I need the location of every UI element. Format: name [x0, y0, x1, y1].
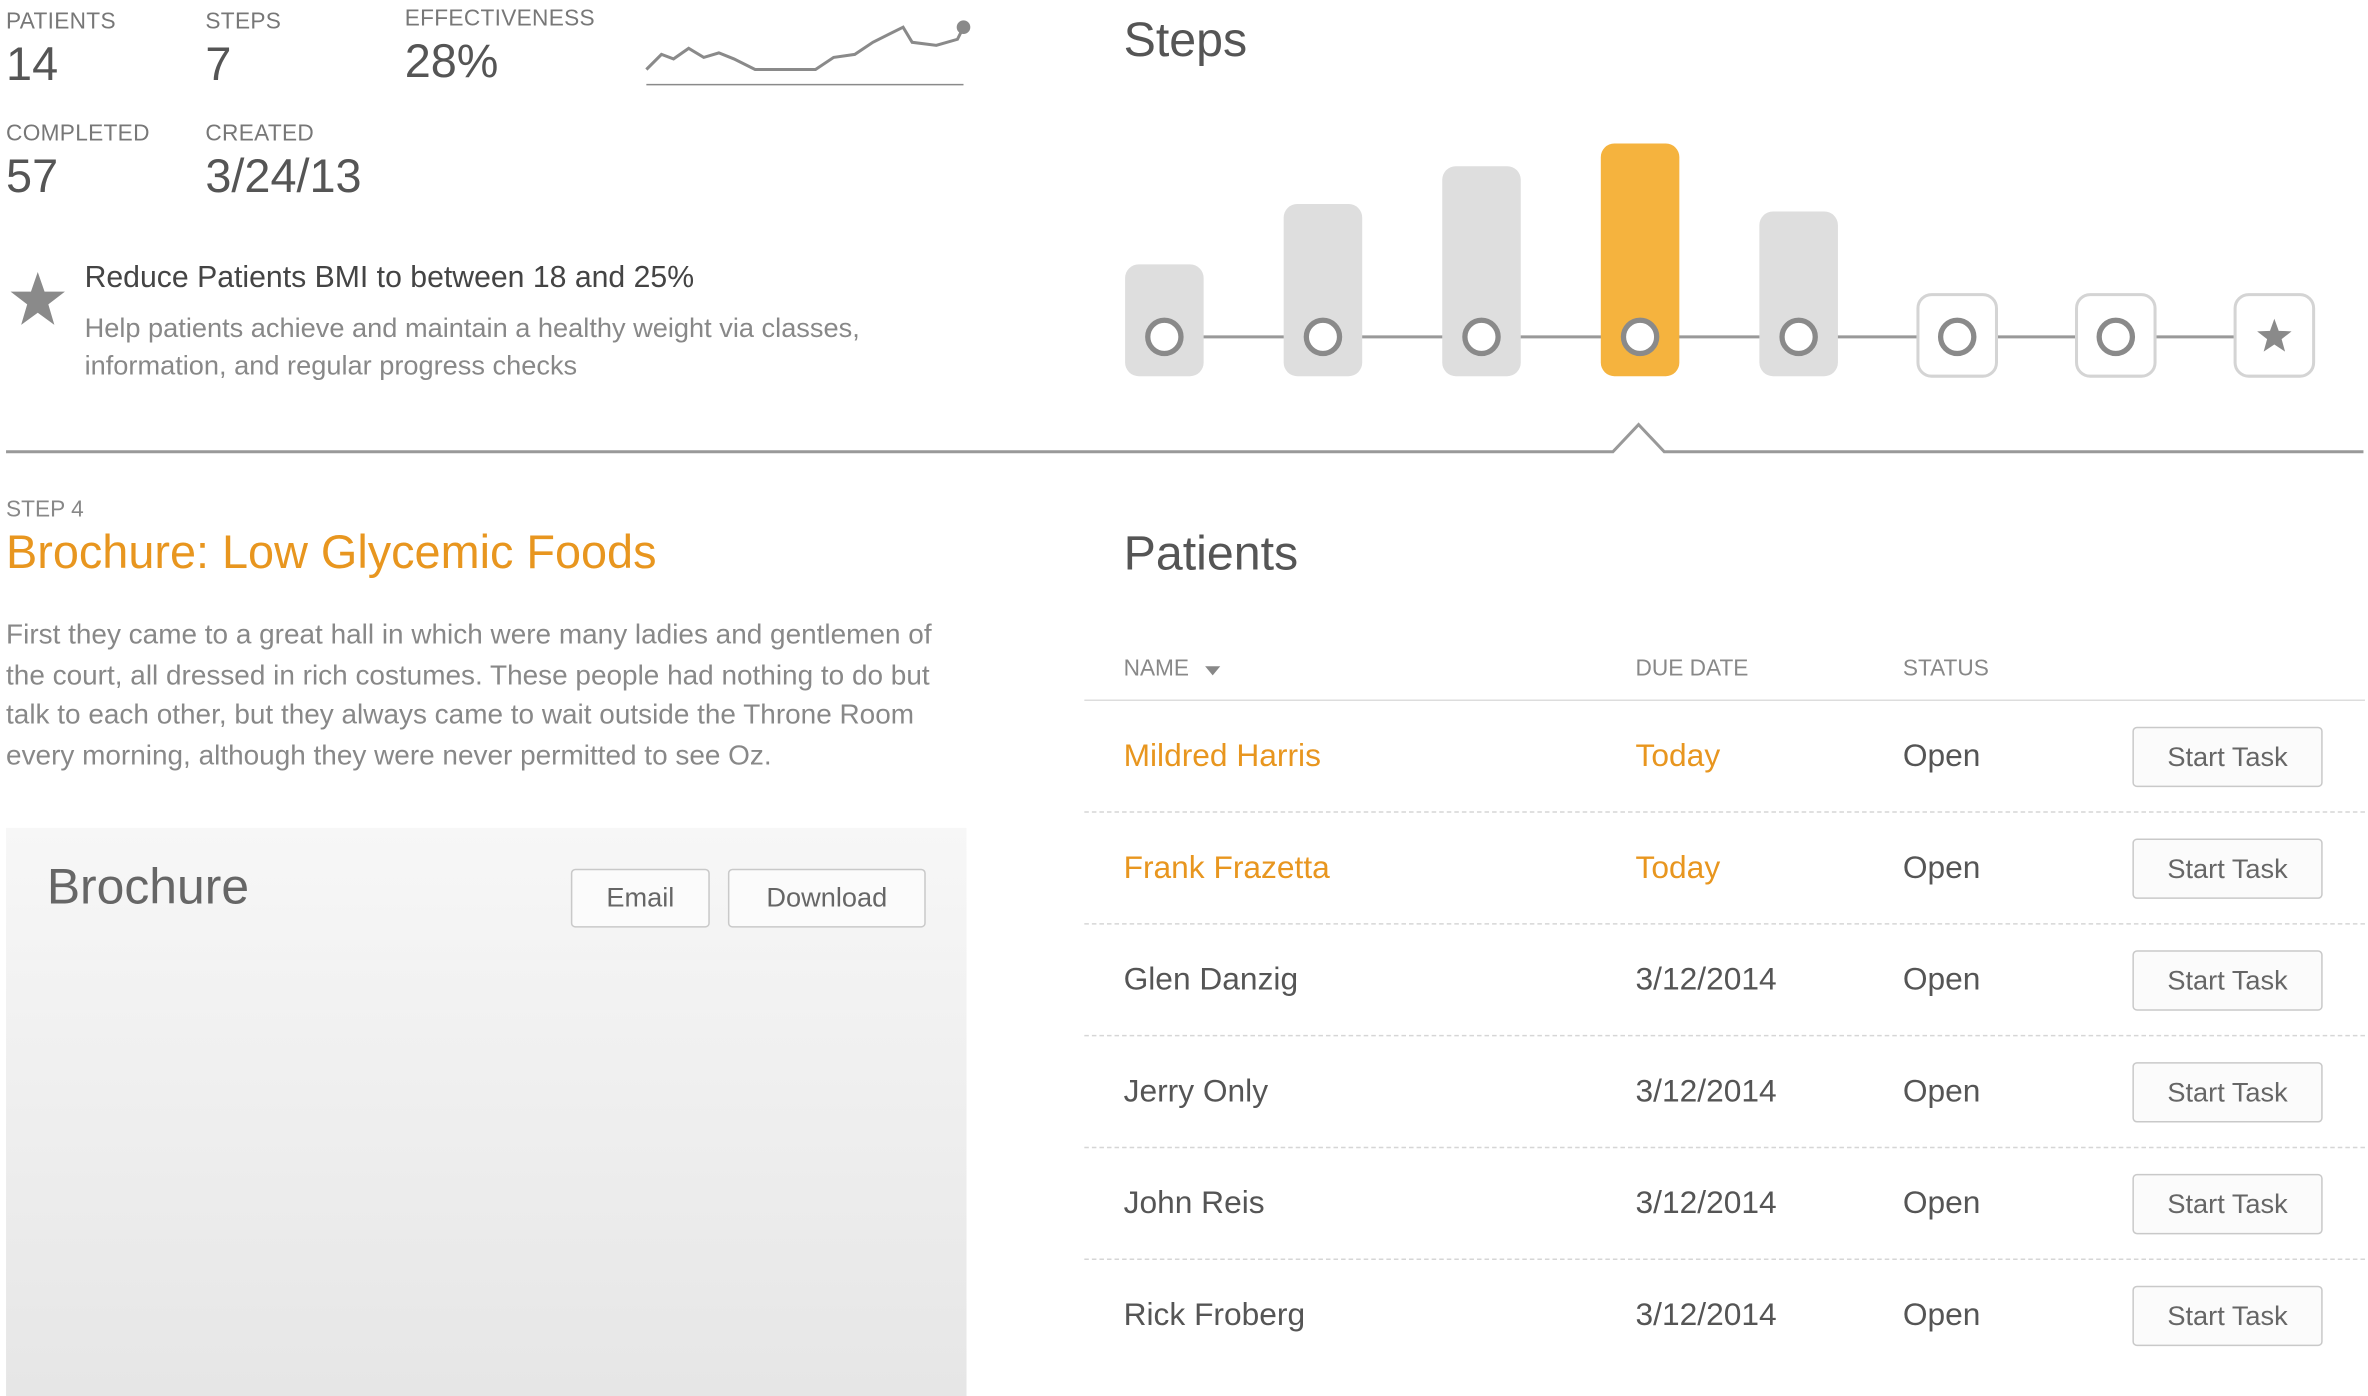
- table-row: Frank Frazetta Today Open Start Task: [1084, 813, 2365, 925]
- sparkline-line: [645, 25, 965, 72]
- due-date: 3/12/2014: [1635, 1074, 1777, 1109]
- patient-name[interactable]: Frank Frazetta: [1124, 851, 1330, 887]
- start-task-button[interactable]: Start Task: [2132, 1285, 2323, 1347]
- patients-heading: Patients: [1123, 525, 1299, 581]
- step-circle-icon: [1779, 317, 1818, 357]
- step-circle-icon: [1620, 317, 1660, 357]
- due-date: Today: [1635, 738, 1721, 774]
- stat-steps: STEPS 7: [205, 9, 281, 92]
- step-description: First they came to a great hall in which…: [6, 617, 932, 770]
- status: Open: [1902, 1074, 1981, 1109]
- start-task-button[interactable]: Start Task: [2132, 838, 2323, 899]
- dashboard: PATIENTS 14 STEPS 7 EFFECTIVENESS 28% CO…: [0, 0, 2368, 1396]
- step-circle-icon: [1145, 317, 1184, 357]
- patients-table: NAME DUE DATE STATUS Mildred Harris Toda…: [1084, 647, 2365, 1372]
- effectiveness-sparkline: [645, 20, 971, 86]
- step-node-5[interactable]: [1759, 211, 1838, 377]
- steps-progress-chart: [1125, 143, 2316, 378]
- column-status-header[interactable]: STATUS: [1903, 656, 1989, 682]
- status: Open: [1902, 1297, 1981, 1333]
- step-node-4[interactable]: [1600, 143, 1680, 377]
- step-circle-icon: [1462, 317, 1501, 357]
- step-title: Brochure: Low Glycemic Foods: [6, 525, 657, 579]
- step-circle-icon: [2096, 317, 2136, 357]
- table-row: John Reis 3/12/2014 Open Start Task: [1084, 1148, 2365, 1261]
- step-node-7[interactable]: [2075, 293, 2157, 378]
- step-node-3[interactable]: [1442, 166, 1521, 377]
- start-task-button[interactable]: Start Task: [2132, 726, 2323, 788]
- table-row: Mildred Harris Today Open Start Task: [1084, 701, 2365, 813]
- column-name-label: NAME: [1123, 655, 1190, 682]
- stat-steps-value: 7: [205, 37, 232, 91]
- section-divider: [6, 422, 2364, 454]
- table-row: Rick Froberg 3/12/2014 Open Start Task: [1084, 1260, 2365, 1372]
- step-circle-icon: [1937, 317, 1977, 357]
- status: Open: [1902, 738, 1981, 774]
- sort-caret-down-icon[interactable]: [1205, 666, 1221, 676]
- column-name-header[interactable]: NAME: [1124, 656, 1189, 682]
- patient-name[interactable]: John Reis: [1124, 1186, 1265, 1222]
- stat-created: CREATED 3/24/13: [205, 121, 361, 204]
- table-body: Mildred Harris Today Open Start Task Fra…: [1084, 701, 2365, 1372]
- stat-created-label: CREATED: [205, 120, 315, 147]
- patient-name[interactable]: Jerry Only: [1124, 1074, 1269, 1110]
- step-node-2[interactable]: [1283, 203, 1363, 377]
- status: Open: [1902, 1185, 1981, 1221]
- steps-heading: Steps: [1123, 12, 1248, 67]
- star-icon: [10, 271, 65, 325]
- stat-effectiveness-label: EFFECTIVENESS: [404, 6, 595, 32]
- start-task-button[interactable]: Start Task: [2132, 1173, 2323, 1235]
- sparkline-endpoint: [956, 20, 971, 34]
- stat-effectiveness-value: 28%: [404, 34, 499, 88]
- stat-steps-label: STEPS: [205, 9, 282, 35]
- start-task-button[interactable]: Start Task: [2132, 950, 2323, 1011]
- column-due-header[interactable]: DUE DATE: [1636, 656, 1749, 682]
- stat-patients: PATIENTS 14: [6, 9, 116, 92]
- table-row: Jerry Only 3/12/2014 Open Start Task: [1084, 1036, 2365, 1149]
- step-circle-icon: [1303, 317, 1343, 357]
- due-date: 3/12/2014: [1635, 1185, 1777, 1221]
- patient-name[interactable]: Glen Danzig: [1124, 962, 1299, 998]
- goal-title: Reduce Patients BMI to between 18 and 25…: [84, 261, 695, 295]
- step-node-6[interactable]: [1916, 293, 1998, 378]
- table-row: Glen Danzig 3/12/2014 Open Start Task: [1084, 925, 2365, 1037]
- brochure-title: Brochure: [46, 858, 250, 915]
- step-node-8[interactable]: [2233, 293, 2316, 378]
- status: Open: [1902, 850, 1981, 886]
- stat-completed: COMPLETED 57: [6, 121, 150, 204]
- stat-completed-value: 57: [6, 149, 59, 203]
- start-task-button[interactable]: Start Task: [2132, 1062, 2323, 1123]
- due-date: 3/12/2014: [1635, 962, 1777, 998]
- due-date: Today: [1635, 850, 1721, 886]
- due-date: 3/12/2014: [1635, 1297, 1777, 1333]
- brochure-panel: Brochure Email Download: [6, 827, 967, 1396]
- patient-name[interactable]: Rick Froberg: [1124, 1298, 1306, 1334]
- step-node-1[interactable]: [1125, 264, 1204, 377]
- email-button[interactable]: Email: [570, 868, 710, 928]
- download-button[interactable]: Download: [727, 868, 926, 928]
- stat-created-value: 3/24/13: [205, 149, 362, 203]
- table-header: NAME DUE DATE STATUS: [1084, 647, 2365, 702]
- stat-effectiveness: EFFECTIVENESS 28%: [405, 6, 595, 89]
- patient-name[interactable]: Mildred Harris: [1124, 739, 1321, 775]
- step-label: STEP 4: [6, 497, 84, 523]
- stat-completed-label: COMPLETED: [6, 120, 150, 147]
- status: Open: [1902, 962, 1981, 998]
- stat-patients-label: PATIENTS: [6, 9, 116, 35]
- goal-description: Help patients achieve and maintain a hea…: [84, 312, 860, 381]
- stat-patients-value: 14: [6, 37, 59, 91]
